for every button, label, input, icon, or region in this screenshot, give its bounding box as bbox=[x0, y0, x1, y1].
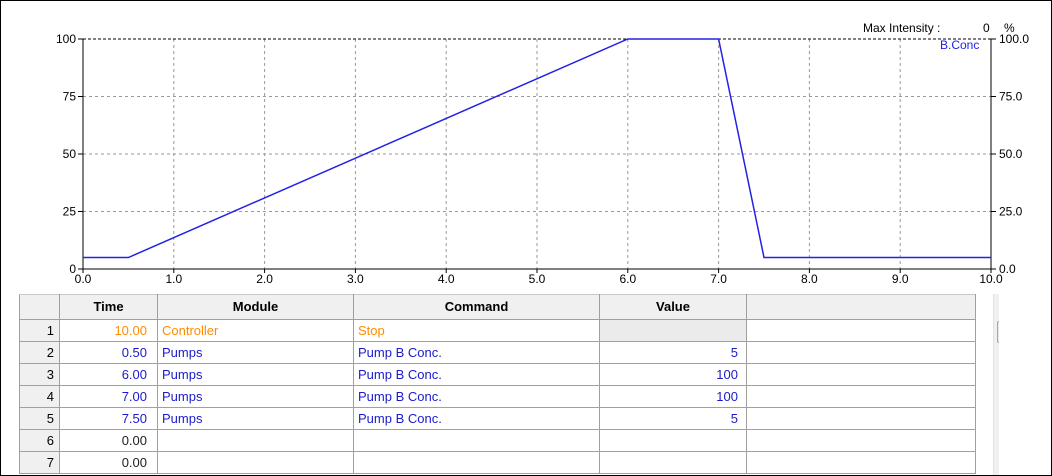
x-tick-label: 5.0 bbox=[529, 272, 546, 286]
row-number[interactable]: 4 bbox=[19, 385, 60, 408]
extra-cell[interactable] bbox=[746, 341, 976, 364]
table-row[interactable]: 3 6.00 Pumps Pump B Conc. 100 bbox=[19, 363, 976, 386]
table-row[interactable]: 5 7.50 Pumps Pump B Conc. 5 bbox=[19, 407, 976, 430]
y-tick-label-right: 0.0 bbox=[999, 262, 1016, 276]
value-cell[interactable]: 5 bbox=[599, 407, 747, 430]
row-number[interactable]: 3 bbox=[19, 363, 60, 386]
time-cell[interactable]: 7.50 bbox=[59, 407, 158, 430]
chart-grid bbox=[83, 39, 991, 269]
command-cell[interactable] bbox=[353, 451, 600, 474]
intensity-unit: % bbox=[1004, 21, 1015, 35]
y-tick-label-left: 50 bbox=[63, 147, 77, 161]
command-cell[interactable]: Pump B Conc. bbox=[353, 341, 600, 364]
x-tick-label: 6.0 bbox=[619, 272, 636, 286]
y-tick-label-right: 50.0 bbox=[999, 147, 1023, 161]
time-cell[interactable]: 10.00 bbox=[59, 319, 158, 342]
y-tick-label-left: 100 bbox=[56, 32, 76, 46]
value-cell[interactable]: 100 bbox=[599, 385, 747, 408]
y-tick-label-right: 25.0 bbox=[999, 205, 1023, 219]
module-cell[interactable]: Pumps bbox=[157, 407, 354, 430]
row-number[interactable]: 5 bbox=[19, 407, 60, 430]
module-cell[interactable]: Controller bbox=[157, 319, 354, 342]
extra-cell[interactable] bbox=[746, 385, 976, 408]
time-cell[interactable]: 0.50 bbox=[59, 341, 158, 364]
x-tick-label: 8.0 bbox=[801, 272, 818, 286]
gradient-chart-svg: 0.0 1.0 2.0 3.0 4.0 5.0 6.0 7.0 8.0 9.0 10.00 0.025… bbox=[56, 21, 1029, 286]
time-cell[interactable]: 0.00 bbox=[59, 429, 158, 452]
row-number[interactable]: 7 bbox=[19, 451, 60, 474]
row-number[interactable]: 2 bbox=[19, 341, 60, 364]
value-cell[interactable] bbox=[599, 429, 747, 452]
scrollbar-thumb[interactable] bbox=[997, 321, 999, 343]
value-cell[interactable]: 100 bbox=[599, 363, 747, 386]
table-row[interactable]: 7 0.00 bbox=[19, 451, 976, 474]
time-cell[interactable]: 6.00 bbox=[59, 363, 158, 386]
x-tick-label: 3.0 bbox=[347, 272, 364, 286]
extra-cell[interactable] bbox=[746, 407, 976, 430]
extra-cell[interactable] bbox=[746, 451, 976, 474]
command-cell[interactable]: Pump B Conc. bbox=[353, 385, 600, 408]
column-header-value[interactable]: Value bbox=[599, 294, 747, 320]
gradient-chart: 0.0 1.0 2.0 3.0 4.0 5.0 6.0 7.0 8.0 9.0 10.0 0 0.0 25… bbox=[1, 1, 1051, 293]
x-tick-label: 2.0 bbox=[256, 272, 273, 286]
column-header-time[interactable]: Time bbox=[59, 294, 158, 320]
extra-cell[interactable] bbox=[746, 429, 976, 452]
value-cell[interactable] bbox=[599, 451, 747, 474]
table-row[interactable]: 1 10.00 Controller Stop bbox=[19, 319, 976, 342]
command-cell[interactable] bbox=[353, 429, 600, 452]
y-tick-label-left: 0 bbox=[69, 262, 76, 276]
command-cell[interactable]: Pump B Conc. bbox=[353, 363, 600, 386]
max-intensity-label: Max Intensity : bbox=[863, 21, 940, 35]
legend-b-conc: B.Conc bbox=[940, 38, 979, 52]
time-cell[interactable]: 0.00 bbox=[59, 451, 158, 474]
table-row[interactable]: 4 7.00 Pumps Pump B Conc. 100 bbox=[19, 385, 976, 408]
column-header-command[interactable]: Command bbox=[353, 294, 600, 320]
extra-cell[interactable] bbox=[746, 319, 976, 342]
y-tick-label-left: 75 bbox=[63, 90, 77, 104]
x-tick-label: 7.0 bbox=[710, 272, 727, 286]
module-cell[interactable] bbox=[157, 451, 354, 474]
program-window: 0.0 1.0 2.0 3.0 4.0 5.0 6.0 7.0 8.0 9.0 10.0 0 0.0 25… bbox=[0, 0, 1052, 476]
command-cell[interactable]: Pump B Conc. bbox=[353, 407, 600, 430]
chart-ticks: 0.0 1.0 2.0 3.0 4.0 5.0 6.0 7.0 8.0 9.0 10.00 0.025… bbox=[56, 32, 1029, 286]
program-table-panel: Time Module Command Value 1 10.00 Contro… bbox=[19, 294, 999, 475]
scroll-up-arrow-icon[interactable]: ▲ bbox=[994, 294, 999, 318]
y-tick-label-right: 75.0 bbox=[999, 90, 1023, 104]
value-cell[interactable] bbox=[599, 319, 747, 342]
corner-header bbox=[19, 294, 60, 320]
extra-cell[interactable] bbox=[746, 363, 976, 386]
table-row[interactable]: 6 0.00 bbox=[19, 429, 976, 452]
module-cell[interactable]: Pumps bbox=[157, 385, 354, 408]
vertical-scrollbar[interactable]: ▲ bbox=[993, 294, 999, 475]
row-number[interactable]: 6 bbox=[19, 429, 60, 452]
table-row[interactable]: 2 0.50 Pumps Pump B Conc. 5 bbox=[19, 341, 976, 364]
y-tick-label-left: 25 bbox=[63, 205, 77, 219]
table-header-row: Time Module Command Value bbox=[19, 294, 976, 320]
time-cell[interactable]: 7.00 bbox=[59, 385, 158, 408]
max-intensity-value: 0 bbox=[983, 21, 990, 35]
command-cell[interactable]: Stop bbox=[353, 319, 600, 342]
module-cell[interactable] bbox=[157, 429, 354, 452]
x-tick-label: 4.0 bbox=[438, 272, 455, 286]
column-header-module[interactable]: Module bbox=[157, 294, 354, 320]
column-header-extra bbox=[746, 294, 976, 320]
x-tick-label: 9.0 bbox=[892, 272, 909, 286]
module-cell[interactable]: Pumps bbox=[157, 341, 354, 364]
value-cell[interactable]: 5 bbox=[599, 341, 747, 364]
module-cell[interactable]: Pumps bbox=[157, 363, 354, 386]
x-tick-label: 0.0 bbox=[75, 272, 92, 286]
program-table: Time Module Command Value 1 10.00 Contro… bbox=[19, 294, 976, 474]
row-number[interactable]: 1 bbox=[19, 319, 60, 342]
x-tick-label: 1.0 bbox=[165, 272, 182, 286]
